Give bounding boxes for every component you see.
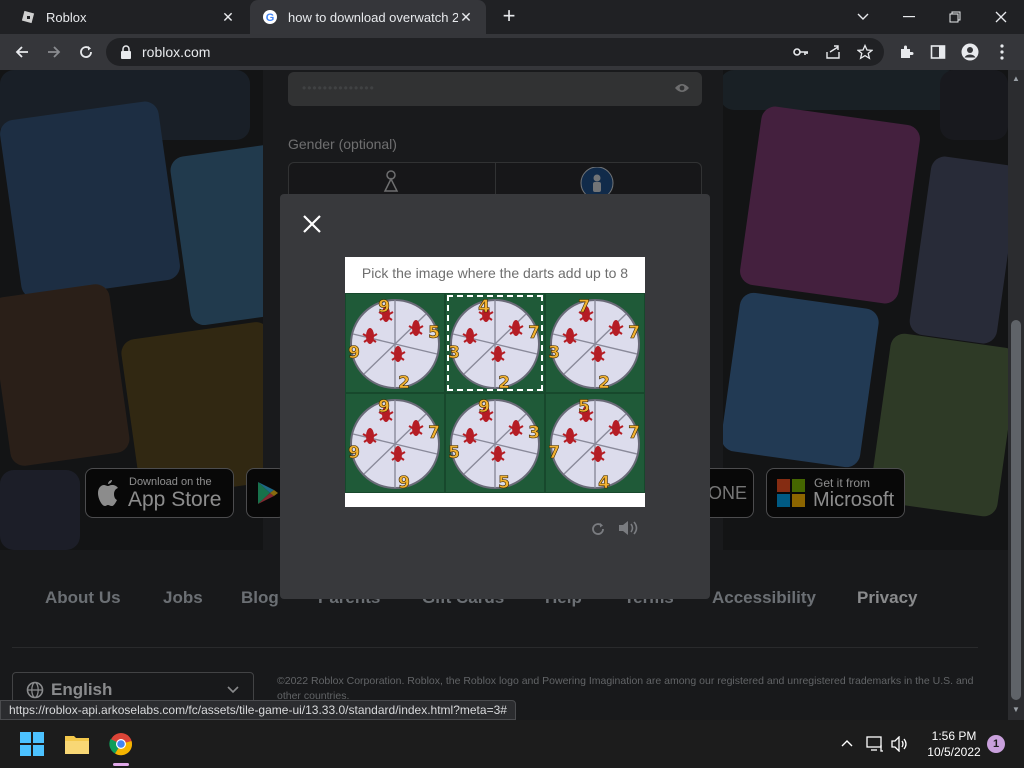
- captcha-tile[interactable]: 9 7 9 9: [345, 393, 445, 493]
- dart-score-number: 2: [398, 373, 410, 392]
- captcha-tile[interactable]: 9 3 5 5: [445, 393, 545, 493]
- lock-icon[interactable]: [120, 45, 132, 59]
- back-button[interactable]: [10, 40, 34, 64]
- file-explorer-icon[interactable]: [61, 728, 93, 760]
- captcha-tile-grid: 9592 4732 7732 9799 9355 5774: [345, 293, 645, 493]
- dart-score-number: 5: [428, 323, 440, 343]
- close-icon[interactable]: [302, 214, 322, 234]
- network-icon[interactable]: [866, 736, 884, 752]
- captcha-grid-footer: [345, 493, 645, 507]
- audio-challenge-icon[interactable]: [618, 520, 640, 536]
- dart-score-number: 7: [548, 443, 560, 463]
- clock-date: 10/5/2022: [927, 745, 981, 759]
- side-panel-icon[interactable]: [926, 40, 950, 64]
- extensions-icon[interactable]: [894, 40, 918, 64]
- dart-score-number: 7: [628, 423, 640, 443]
- scroll-down-icon[interactable]: ▼: [1012, 706, 1020, 714]
- captcha-tile[interactable]: 4 7 3 2: [445, 293, 545, 393]
- dart-score-number: 4: [478, 297, 490, 317]
- address-bar[interactable]: roblox.com: [106, 38, 884, 66]
- dart-score-number: 2: [598, 373, 610, 392]
- share-icon[interactable]: [824, 43, 842, 61]
- dart-score-number: 9: [348, 443, 360, 463]
- dart-score-number: 5: [578, 397, 590, 417]
- close-window-button[interactable]: [978, 0, 1024, 34]
- dart-score-number: 7: [578, 297, 590, 317]
- tab-google-search[interactable]: G how to download overwatch 2 - G ✕: [250, 0, 486, 34]
- chrome-icon[interactable]: [105, 728, 137, 760]
- forward-button[interactable]: [42, 40, 66, 64]
- dart-score-number: 9: [478, 397, 490, 417]
- svg-text:G: G: [266, 12, 275, 24]
- link-status-bar: https://roblox-api.arkoselabs.com/fc/ass…: [0, 700, 516, 720]
- tab-strip: Roblox ✕ G how to download overwatch 2 -…: [0, 0, 1024, 34]
- dart-score-number: 7: [428, 423, 440, 443]
- captcha-tile[interactable]: 5 7 7 4: [545, 393, 645, 493]
- chevron-up-icon[interactable]: [841, 739, 853, 747]
- windows-taskbar: 1:56 PM 10/5/2022 1: [0, 720, 1024, 768]
- dart-score-number: 9: [348, 343, 360, 363]
- windows-start-icon[interactable]: [16, 728, 48, 760]
- tab-title: how to download overwatch 2 - G: [288, 9, 458, 25]
- dart-score-number: 5: [498, 473, 510, 492]
- new-tab-button[interactable]: +: [498, 5, 520, 28]
- tab-title: Roblox: [46, 9, 87, 25]
- url-text: roblox.com: [142, 44, 211, 60]
- clock-time: 1:56 PM: [931, 729, 977, 743]
- dart-score-number: 5: [448, 443, 460, 463]
- dart-score-number: 3: [528, 423, 540, 443]
- dart-score-number: 9: [378, 297, 390, 317]
- chrome-active-indicator: [113, 763, 129, 766]
- page-viewport: •••••••••••••• Gender (optional) Downloa…: [0, 70, 1008, 720]
- dart-score-number: 3: [448, 343, 460, 363]
- captcha-prompt: Pick the image where the darts add up to…: [345, 257, 645, 293]
- profile-avatar-icon[interactable]: [958, 40, 982, 64]
- scrollbar-thumb[interactable]: [1011, 320, 1021, 700]
- key-icon[interactable]: [792, 43, 810, 61]
- dart-score-number: 7: [528, 323, 540, 343]
- dart-score-number: 3: [548, 343, 560, 363]
- minimize-button[interactable]: [886, 0, 932, 34]
- captcha-modal: Pick the image where the darts add up to…: [280, 194, 710, 599]
- notification-badge[interactable]: 1: [987, 735, 1005, 753]
- kebab-menu-icon[interactable]: [990, 40, 1014, 64]
- volume-icon[interactable]: [891, 736, 909, 752]
- browser-toolbar: roblox.com: [0, 34, 1024, 70]
- captcha-tile[interactable]: 7 7 3 2: [545, 293, 645, 393]
- roblox-favicon-icon: [21, 10, 35, 24]
- bookmark-star-icon[interactable]: [856, 43, 874, 61]
- dart-score-number: 9: [378, 397, 390, 417]
- tab-search-chevron-icon[interactable]: [840, 0, 886, 34]
- close-tab-icon[interactable]: ✕: [458, 9, 474, 25]
- reload-button[interactable]: [74, 40, 98, 64]
- captcha-tile[interactable]: 9 5 9 2: [345, 293, 445, 393]
- dart-score-number: 2: [498, 373, 510, 392]
- tab-roblox[interactable]: Roblox ✕: [8, 0, 248, 34]
- google-favicon-icon: G: [263, 10, 277, 24]
- reload-challenge-icon[interactable]: [591, 522, 605, 536]
- dart-score-number: 4: [598, 473, 610, 492]
- dart-score-number: 7: [628, 323, 640, 343]
- scroll-up-icon[interactable]: ▲: [1012, 75, 1020, 83]
- system-clock[interactable]: 1:56 PM 10/5/2022: [918, 728, 990, 760]
- restore-button[interactable]: [932, 0, 978, 34]
- dart-score-number: 9: [398, 473, 410, 492]
- page-scrollbar[interactable]: ▲ ▼: [1008, 70, 1024, 720]
- close-tab-icon[interactable]: ✕: [220, 9, 236, 25]
